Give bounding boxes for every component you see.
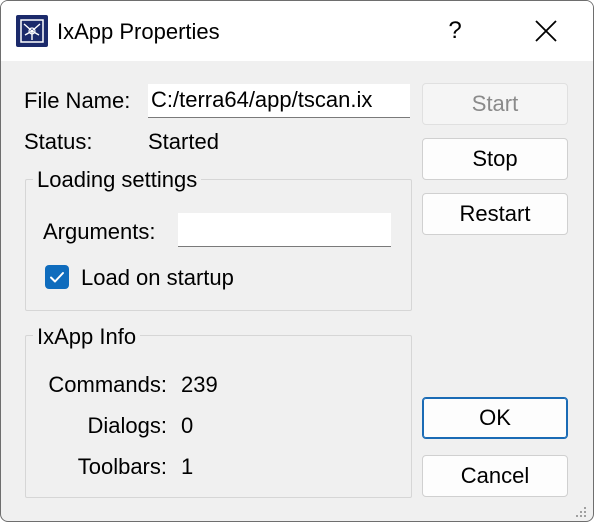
resize-grip[interactable] bbox=[575, 505, 587, 517]
file-name-label: File Name: bbox=[24, 88, 131, 113]
cancel-button[interactable]: Cancel bbox=[422, 455, 568, 497]
toolbars-value: 1 bbox=[181, 454, 194, 479]
ixapp-icon bbox=[16, 15, 48, 47]
resize-grip-icon bbox=[576, 507, 586, 517]
toolbars-label: Toolbars: bbox=[77, 454, 167, 479]
checkmark-icon bbox=[50, 272, 64, 283]
status-label: Status: bbox=[24, 129, 93, 154]
arguments-field[interactable] bbox=[178, 213, 391, 247]
window-title: IxApp Properties bbox=[57, 19, 220, 44]
arguments-label: Arguments: bbox=[43, 219, 156, 244]
title-bar[interactable]: IxApp Properties ? bbox=[1, 1, 593, 61]
commands-label: Commands: bbox=[48, 372, 167, 397]
dialogs-value: 0 bbox=[181, 413, 194, 438]
properties-dialog: IxApp Properties ? File Name: C:/terra64… bbox=[0, 0, 594, 522]
ok-button[interactable]: OK bbox=[422, 397, 568, 439]
file-name-field[interactable]: C:/terra64/app/tscan.ix bbox=[148, 84, 410, 118]
help-button[interactable]: ? bbox=[435, 11, 475, 51]
ixapp-info-title: IxApp Info bbox=[33, 323, 141, 351]
start-button[interactable]: Start bbox=[422, 83, 568, 125]
dialogs-label: Dialogs: bbox=[87, 413, 167, 438]
load-on-startup-label[interactable]: Load on startup bbox=[81, 264, 234, 292]
load-on-startup-checkbox[interactable] bbox=[45, 265, 69, 289]
restart-button[interactable]: Restart bbox=[422, 193, 568, 235]
loading-settings-title: Loading settings bbox=[33, 166, 202, 194]
close-icon bbox=[535, 20, 557, 42]
close-button[interactable] bbox=[521, 11, 571, 51]
commands-value: 239 bbox=[181, 372, 218, 397]
stop-button[interactable]: Stop bbox=[422, 138, 568, 180]
status-value: Started bbox=[148, 129, 219, 154]
